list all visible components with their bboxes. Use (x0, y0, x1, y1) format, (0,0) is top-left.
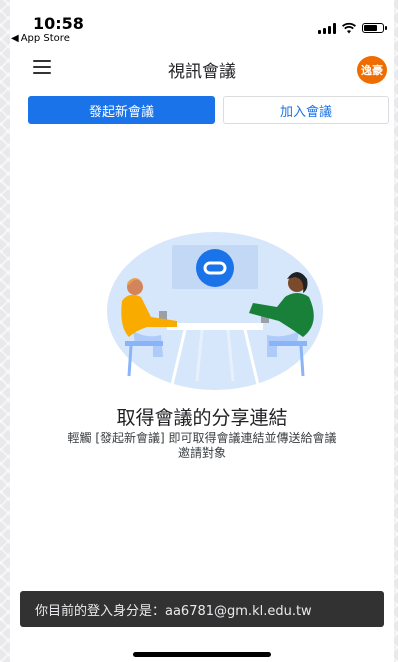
page-title: 視訊會議 (168, 62, 236, 82)
signed-in-snackbar: 你目前的登入身分是：aa6781@gm.kl.edu.tw (20, 591, 384, 627)
home-indicator[interactable] (133, 652, 271, 657)
signal-icon (318, 22, 336, 34)
new-meeting-button[interactable]: 發起新會議 (28, 96, 215, 124)
wifi-icon (342, 22, 356, 34)
empty-state-description: 輕觸 [發起新會議] 即可取得會議連結並傳送給會議 邀請對象 (35, 431, 369, 461)
status-icons (318, 21, 387, 35)
share-link-illustration (107, 232, 323, 390)
battery-icon (362, 23, 387, 33)
avatar[interactable]: 逸豪 (357, 56, 387, 84)
back-triangle-icon: ◀ (11, 33, 19, 44)
empty-state-description-line2: 邀請對象 (177, 446, 226, 460)
back-to-app-store[interactable]: ◀ App Store (11, 33, 72, 44)
back-label: App Store (20, 33, 70, 44)
join-meeting-button[interactable]: 加入會議 (223, 96, 389, 124)
link-icon (196, 249, 234, 287)
phone-screen: 10:58 ◀ App Store 視訊會議 逸豪 發起新會議 加入會議 取得會… (10, 0, 394, 662)
empty-state-title: 取得會議的分享連結 (116, 407, 288, 429)
status-time: 10:58 (33, 14, 84, 33)
empty-state-description-line1: 輕觸 [發起新會議] 即可取得會議連結並傳送給會議 (67, 431, 337, 445)
